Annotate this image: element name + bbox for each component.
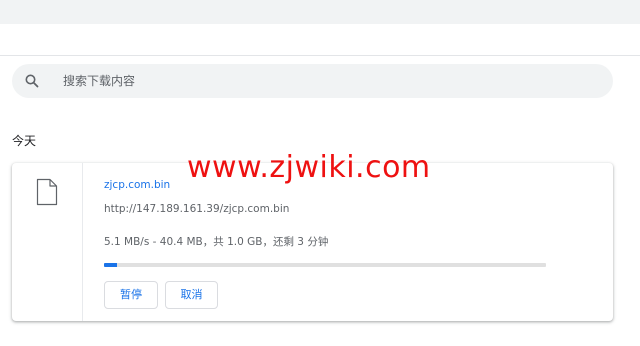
- search-icon[interactable]: [24, 73, 40, 89]
- download-item-card: zjcp.com.bin http://147.189.161.39/zjcp.…: [12, 163, 613, 321]
- page-header: [0, 24, 640, 56]
- file-name-link[interactable]: zjcp.com.bin: [104, 179, 170, 191]
- file-url: http://147.189.161.39/zjcp.com.bin: [104, 203, 290, 215]
- date-section-label: 今天: [12, 134, 37, 148]
- download-item-icon-area: [12, 163, 83, 321]
- download-status: 5.1 MB/s - 40.4 MB，共 1.0 GB，还剩 3 分钟: [104, 236, 329, 248]
- search-bar[interactable]: [12, 64, 613, 98]
- file-icon: [36, 178, 58, 210]
- browser-top-bar: [0, 0, 640, 24]
- download-progress-fill: [104, 263, 118, 267]
- cancel-button[interactable]: 取消: [165, 281, 218, 309]
- search-input[interactable]: [63, 71, 583, 91]
- download-progress-bar: [104, 263, 546, 267]
- watermark-text: www.zjwiki.com: [187, 150, 431, 185]
- pause-button[interactable]: 暂停: [104, 281, 158, 309]
